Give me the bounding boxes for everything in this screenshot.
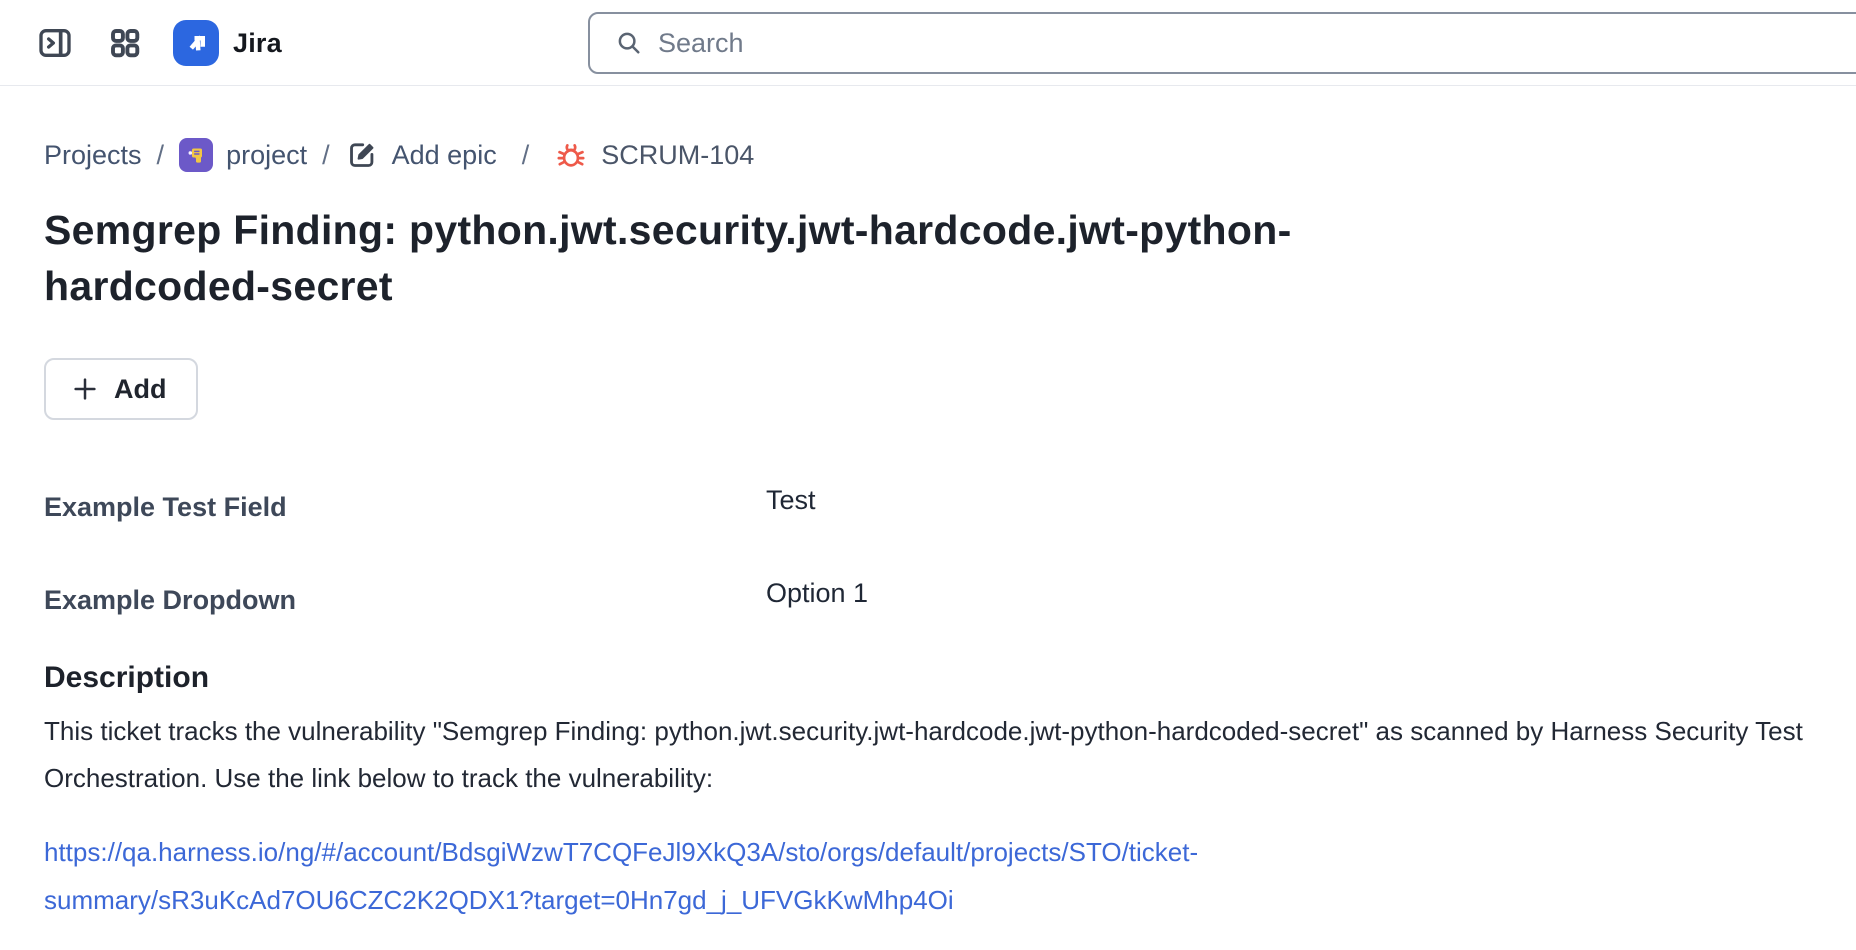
vulnerability-link[interactable]: https://qa.harness.io/ng/#/account/Bdsgi… <box>44 828 1812 924</box>
description-heading: Description <box>44 661 1812 695</box>
app-switcher-button[interactable] <box>103 21 147 65</box>
project-avatar-icon <box>179 138 213 172</box>
breadcrumb-issue-key[interactable]: SCRUM-104 <box>554 138 754 172</box>
field-value-example-dropdown[interactable]: Option 1 <box>766 578 1812 609</box>
breadcrumb-project[interactable]: project <box>179 138 307 172</box>
breadcrumb-projects-label: Projects <box>44 140 142 171</box>
breadcrumb-add-epic-label: Add epic <box>392 140 497 171</box>
issue-title[interactable]: Semgrep Finding: python.jwt.security.jwt… <box>44 202 1494 314</box>
sidebar-expand-icon <box>35 23 75 63</box>
add-button-label: Add <box>114 374 166 405</box>
breadcrumb-separator: / <box>322 140 330 171</box>
vulnerability-link-line1: https://qa.harness.io/ng/#/account/Bdsgi… <box>44 828 1812 876</box>
breadcrumb: Projects / project / <box>44 138 1812 172</box>
breadcrumb-separator: / <box>522 140 530 171</box>
jira-logo-icon <box>173 20 219 66</box>
breadcrumb-projects[interactable]: Projects <box>44 140 142 171</box>
app-grid-icon <box>107 25 143 61</box>
bug-icon <box>554 138 588 172</box>
search-bar <box>588 12 1856 74</box>
edit-icon <box>345 138 379 172</box>
breadcrumb-project-label: project <box>226 140 307 171</box>
plus-icon <box>70 374 100 404</box>
vulnerability-link-line2: summary/sR3uKcAd7OU6CZC2K2QDX1?target=0H… <box>44 876 1812 924</box>
issue-view: Projects / project / <box>0 138 1856 924</box>
jira-home-link[interactable]: Jira <box>173 20 282 66</box>
header-divider <box>0 85 1856 86</box>
app-name: Jira <box>233 28 282 59</box>
field-value-example-test-field[interactable]: Test <box>766 485 1812 516</box>
search-input[interactable] <box>658 28 1856 59</box>
custom-fields: Example Test Field Test Example Dropdown… <box>44 490 1812 617</box>
header-left-group: Jira <box>33 0 282 86</box>
breadcrumb-separator: / <box>157 140 165 171</box>
breadcrumb-issue-key-label: SCRUM-104 <box>601 140 754 171</box>
search-icon <box>614 28 644 58</box>
top-navigation-bar: Jira <box>0 0 1856 86</box>
sidebar-expand-button[interactable] <box>33 21 77 65</box>
breadcrumb-add-epic[interactable]: Add epic <box>345 138 497 172</box>
field-label-example-test-field: Example Test Field <box>44 492 766 523</box>
field-label-example-dropdown: Example Dropdown <box>44 585 766 616</box>
description-body[interactable]: This ticket tracks the vulnerability "Se… <box>44 708 1812 802</box>
add-button[interactable]: Add <box>44 358 198 420</box>
